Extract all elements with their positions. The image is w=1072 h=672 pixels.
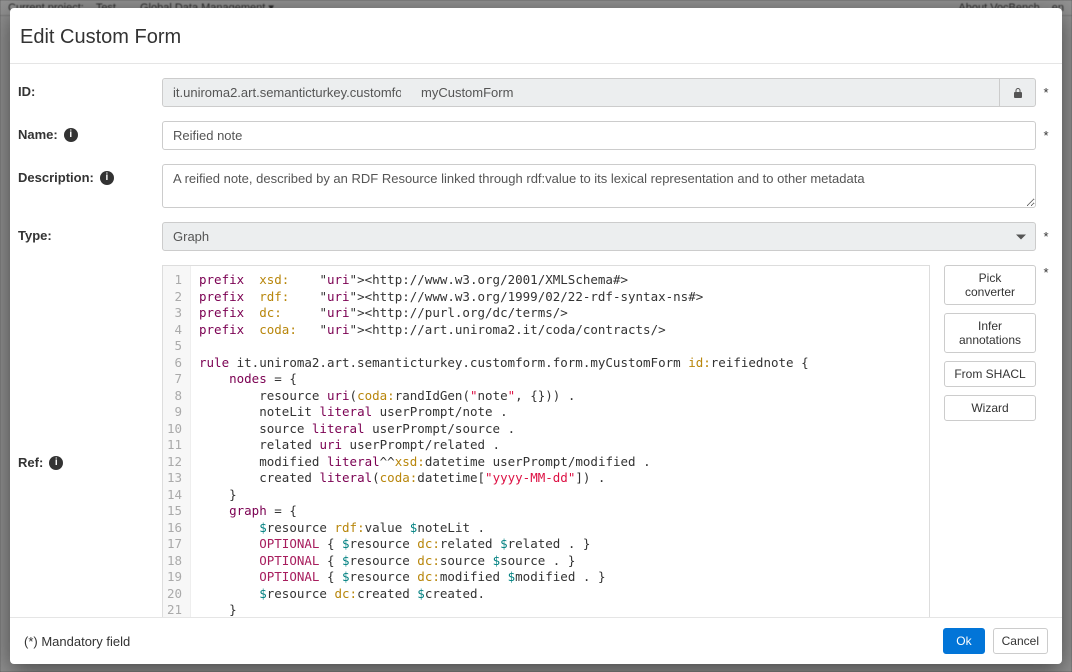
row-name: Name: i *	[18, 121, 1050, 150]
edit-custom-form-modal: Edit Custom Form ID: * Name: i	[10, 8, 1062, 664]
infer-annotations-button[interactable]: Infer annotations	[944, 313, 1036, 353]
row-ref: Ref: i 1 2 3 4 5 6 7 8 9 10 11 12 13 14 …	[18, 265, 1050, 617]
code-editor[interactable]: 1 2 3 4 5 6 7 8 9 10 11 12 13 14 15 16 1…	[162, 265, 930, 617]
row-id: ID: *	[18, 78, 1050, 107]
from-shacl-button[interactable]: From SHACL	[944, 361, 1036, 387]
label-name: Name:	[18, 127, 58, 142]
info-icon[interactable]: i	[64, 128, 78, 142]
label-type: Type:	[18, 222, 154, 243]
info-icon[interactable]: i	[100, 171, 114, 185]
lock-icon	[1012, 86, 1024, 100]
wizard-button[interactable]: Wizard	[944, 395, 1036, 421]
type-select[interactable]: Graph	[162, 222, 1036, 251]
mandatory-mark: *	[1042, 128, 1050, 143]
label-id: ID:	[18, 78, 154, 99]
id-local-input[interactable]	[411, 79, 999, 106]
row-type: Type: Graph *	[18, 222, 1050, 251]
description-textarea[interactable]	[162, 164, 1036, 208]
mandatory-mark: *	[1042, 265, 1050, 280]
mandatory-mark	[1042, 179, 1050, 194]
id-input-group	[162, 78, 1036, 107]
name-input[interactable]	[162, 121, 1036, 150]
mandatory-mark: *	[1042, 85, 1050, 100]
id-lock-button[interactable]	[999, 79, 1035, 106]
modal-title: Edit Custom Form	[20, 26, 1046, 49]
pick-converter-button[interactable]: Pick converter	[944, 265, 1036, 305]
mandatory-note: (*) Mandatory field	[24, 634, 130, 649]
modal-body: ID: * Name: i *	[10, 64, 1062, 617]
modal-footer: (*) Mandatory field Ok Cancel	[10, 617, 1062, 664]
editor-gutter: 1 2 3 4 5 6 7 8 9 10 11 12 13 14 15 16 1…	[163, 266, 191, 617]
editor-side-buttons: Pick converter Infer annotations From SH…	[944, 265, 1036, 421]
row-description: Description: i	[18, 164, 1050, 208]
info-icon[interactable]: i	[49, 456, 63, 470]
id-prefix-input[interactable]	[163, 79, 411, 106]
modal-header: Edit Custom Form	[10, 8, 1062, 64]
label-ref: Ref:	[18, 455, 43, 470]
ok-button[interactable]: Ok	[943, 628, 984, 654]
editor-code[interactable]: prefix xsd: "uri"><http://www.w3.org/200…	[191, 266, 929, 617]
mandatory-mark: *	[1042, 229, 1050, 244]
label-description: Description:	[18, 170, 94, 185]
cancel-button[interactable]: Cancel	[993, 628, 1048, 654]
